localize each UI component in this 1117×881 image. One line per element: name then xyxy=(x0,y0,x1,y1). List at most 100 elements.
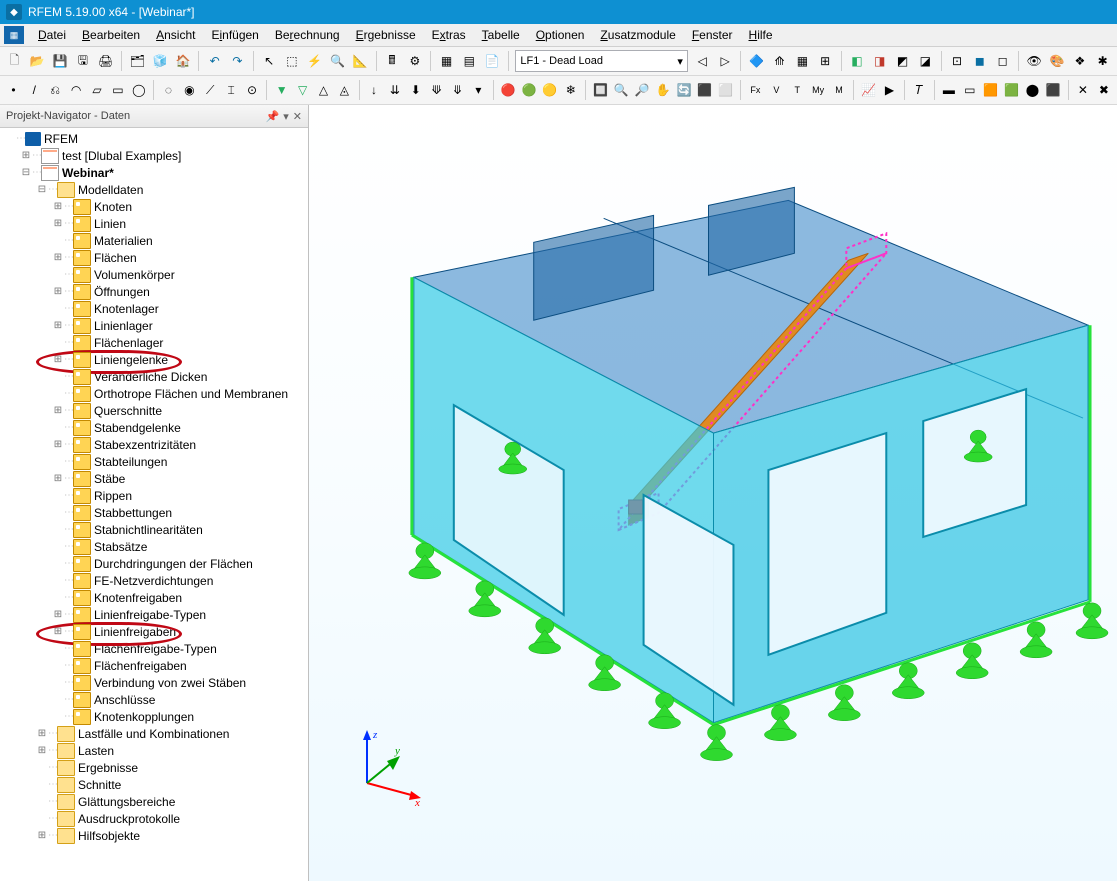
trans-icon[interactable]: ◻ xyxy=(992,49,1013,73)
zoomext-icon[interactable]: 🔍 xyxy=(612,78,631,102)
tree-item[interactable]: ⋯Ausdruckprotokolle xyxy=(0,810,308,827)
face-icon[interactable]: ▱ xyxy=(88,78,107,102)
view-icon[interactable]: 👁 xyxy=(1024,49,1045,73)
beam-icon[interactable]: ⟋ xyxy=(201,78,220,102)
find-icon[interactable]: 🔍 xyxy=(327,49,348,73)
expand-icon[interactable]: ⊞ xyxy=(52,201,64,212)
sup3-icon[interactable]: △ xyxy=(314,78,333,102)
menu-extras[interactable]: Extras xyxy=(424,26,474,44)
color-icon[interactable]: 🎨 xyxy=(1047,49,1068,73)
tree-item[interactable]: ⋯Orthotrope Flächen und Membranen xyxy=(0,385,308,402)
tree-item[interactable]: ⋯Stabteilungen xyxy=(0,453,308,470)
dot2-icon[interactable]: ◉ xyxy=(180,78,199,102)
tree-item[interactable]: ⊞⋯Knoten xyxy=(0,198,308,215)
block-icon[interactable]: 🧊 xyxy=(150,49,171,73)
tree-item[interactable]: ⋯Flächenfreigaben xyxy=(0,657,308,674)
tree-item[interactable]: ⋯Verbindung von zwei Stäben xyxy=(0,674,308,691)
my-icon[interactable]: My xyxy=(809,78,828,102)
beam3d-icon[interactable]: ⬛ xyxy=(1044,78,1063,102)
section-icon[interactable]: ⌶ xyxy=(222,78,241,102)
expand-icon[interactable]: ⊞ xyxy=(52,354,64,365)
tree-item[interactable]: ⋯Knotenlager xyxy=(0,300,308,317)
cs-icon[interactable]: ❖ xyxy=(1069,49,1090,73)
gbox-icon[interactable]: 🟩 xyxy=(1002,78,1021,102)
tree-item[interactable]: ⋯FE-Netzverdichtungen xyxy=(0,572,308,589)
hole-icon[interactable]: ◯ xyxy=(129,78,148,102)
menu-ergebnisse[interactable]: Ergebnisse xyxy=(348,26,424,44)
tree-item[interactable]: ⋯Stabsätze xyxy=(0,538,308,555)
tree-item[interactable]: ⊞⋯Querschnitte xyxy=(0,402,308,419)
tree-item[interactable]: ⊞⋯Liniengelenke xyxy=(0,351,308,368)
tree-item[interactable]: ⊞⋯Linienfreigaben xyxy=(0,623,308,640)
tree-item[interactable]: ⋯Flächenlager xyxy=(0,334,308,351)
tree-item[interactable]: ⋯Rippen xyxy=(0,487,308,504)
table2-icon[interactable]: ▤ xyxy=(459,49,480,73)
print-icon[interactable]: 🖨 xyxy=(95,49,116,73)
redo-icon[interactable]: ↷ xyxy=(227,49,248,73)
anim-icon[interactable]: ▶ xyxy=(880,78,899,102)
report-icon[interactable]: 📄 xyxy=(482,49,503,73)
rot-icon[interactable]: 🔄 xyxy=(675,78,694,102)
zoomwin-icon[interactable]: 🔲 xyxy=(591,78,610,102)
vy-icon[interactable]: V xyxy=(767,78,786,102)
tree-item[interactable]: ⋯Stabendgelenke xyxy=(0,419,308,436)
menu-datei[interactable]: Datei xyxy=(30,26,74,44)
xax-icon[interactable]: ✕ xyxy=(1074,78,1093,102)
tree-item[interactable]: ⋯Durchdringungen der Flächen xyxy=(0,555,308,572)
load5-icon[interactable]: ⤋ xyxy=(448,78,467,102)
cube3-icon[interactable]: ◩ xyxy=(892,49,913,73)
load3-icon[interactable]: ⬇ xyxy=(406,78,425,102)
tree-item[interactable]: ⋯Volumenkörper xyxy=(0,266,308,283)
gen-icon[interactable]: 🟡 xyxy=(540,78,559,102)
menu-berechnung[interactable]: Berechnung xyxy=(267,26,348,44)
loadcase-combo[interactable]: LF1 - Dead Load ▾ xyxy=(515,50,687,72)
project-icon[interactable]: 🗂 xyxy=(127,49,148,73)
tree-item[interactable]: ⊞⋯Stäbe xyxy=(0,470,308,487)
results-toggle-icon[interactable]: 🔷 xyxy=(746,49,767,73)
tree-item[interactable]: ⊞⋯test [Dlubal Examples] xyxy=(0,147,308,164)
tree-item[interactable]: ⋯RFEM xyxy=(0,130,308,147)
tree-item[interactable]: ⋯Stabnichtlinearitäten xyxy=(0,521,308,538)
menu-ansicht[interactable]: Ansicht xyxy=(148,26,203,44)
tree-item[interactable]: ⋯Knotenfreigaben xyxy=(0,589,308,606)
tree-item[interactable]: ⋯Materialien xyxy=(0,232,308,249)
bar1-icon[interactable]: ▬ xyxy=(939,78,958,102)
persp-icon[interactable]: ⬜ xyxy=(716,78,735,102)
dropdown-icon[interactable]: ▾ xyxy=(283,110,289,123)
expand-icon[interactable]: ⊞ xyxy=(52,252,64,263)
save-icon[interactable]: 💾 xyxy=(50,49,71,73)
load1-icon[interactable]: ↓ xyxy=(365,78,384,102)
sup4-icon[interactable]: ◬ xyxy=(335,78,354,102)
tree-item[interactable]: ⊟⋯Webinar* xyxy=(0,164,308,181)
menu-einfuegen[interactable]: Einfügen xyxy=(203,26,266,44)
menu-fenster[interactable]: Fenster xyxy=(684,26,741,44)
sup1-icon[interactable]: ▼ xyxy=(272,78,291,102)
cbox-icon[interactable]: 🟧 xyxy=(981,78,1000,102)
expand-icon[interactable]: ⊞ xyxy=(52,439,64,450)
tree-item[interactable]: ⋯Glättungsbereiche xyxy=(0,793,308,810)
prev-lc-icon[interactable]: ◁ xyxy=(692,49,713,73)
star-icon[interactable]: ✱ xyxy=(1092,49,1113,73)
tree-item[interactable]: ⊟⋯Modelldaten xyxy=(0,181,308,198)
tree-item[interactable]: ⋯Stabbettungen xyxy=(0,504,308,521)
close-icon[interactable]: ✕ xyxy=(293,110,302,123)
rect-icon[interactable]: ▭ xyxy=(108,78,127,102)
pan-icon[interactable]: ✋ xyxy=(654,78,673,102)
wire-icon[interactable]: ⊡ xyxy=(947,49,968,73)
select-icon[interactable]: ⬚ xyxy=(282,49,303,73)
load6-icon[interactable]: ▾ xyxy=(469,78,488,102)
expand-icon[interactable]: ⊞ xyxy=(52,626,64,637)
menu-hilfe[interactable]: Hilfe xyxy=(741,26,781,44)
tree-item[interactable]: ⊞⋯Hilfsobjekte xyxy=(0,827,308,844)
expand-icon[interactable]: ⊞ xyxy=(36,830,48,841)
tree-item[interactable]: ⋯Veränderliche Dicken xyxy=(0,368,308,385)
tree-item[interactable]: ⊞⋯Stabexzentrizitäten xyxy=(0,436,308,453)
tree-item[interactable]: ⊞⋯Flächen xyxy=(0,249,308,266)
red1-icon[interactable]: 🔴 xyxy=(499,78,518,102)
iso-icon[interactable]: ⬛ xyxy=(695,78,714,102)
load2-icon[interactable]: ⇊ xyxy=(385,78,404,102)
expand-icon[interactable]: ⊞ xyxy=(52,320,64,331)
undo-icon[interactable]: ↶ xyxy=(204,49,225,73)
mz-icon[interactable]: M xyxy=(830,78,849,102)
next-lc-icon[interactable]: ▷ xyxy=(715,49,736,73)
